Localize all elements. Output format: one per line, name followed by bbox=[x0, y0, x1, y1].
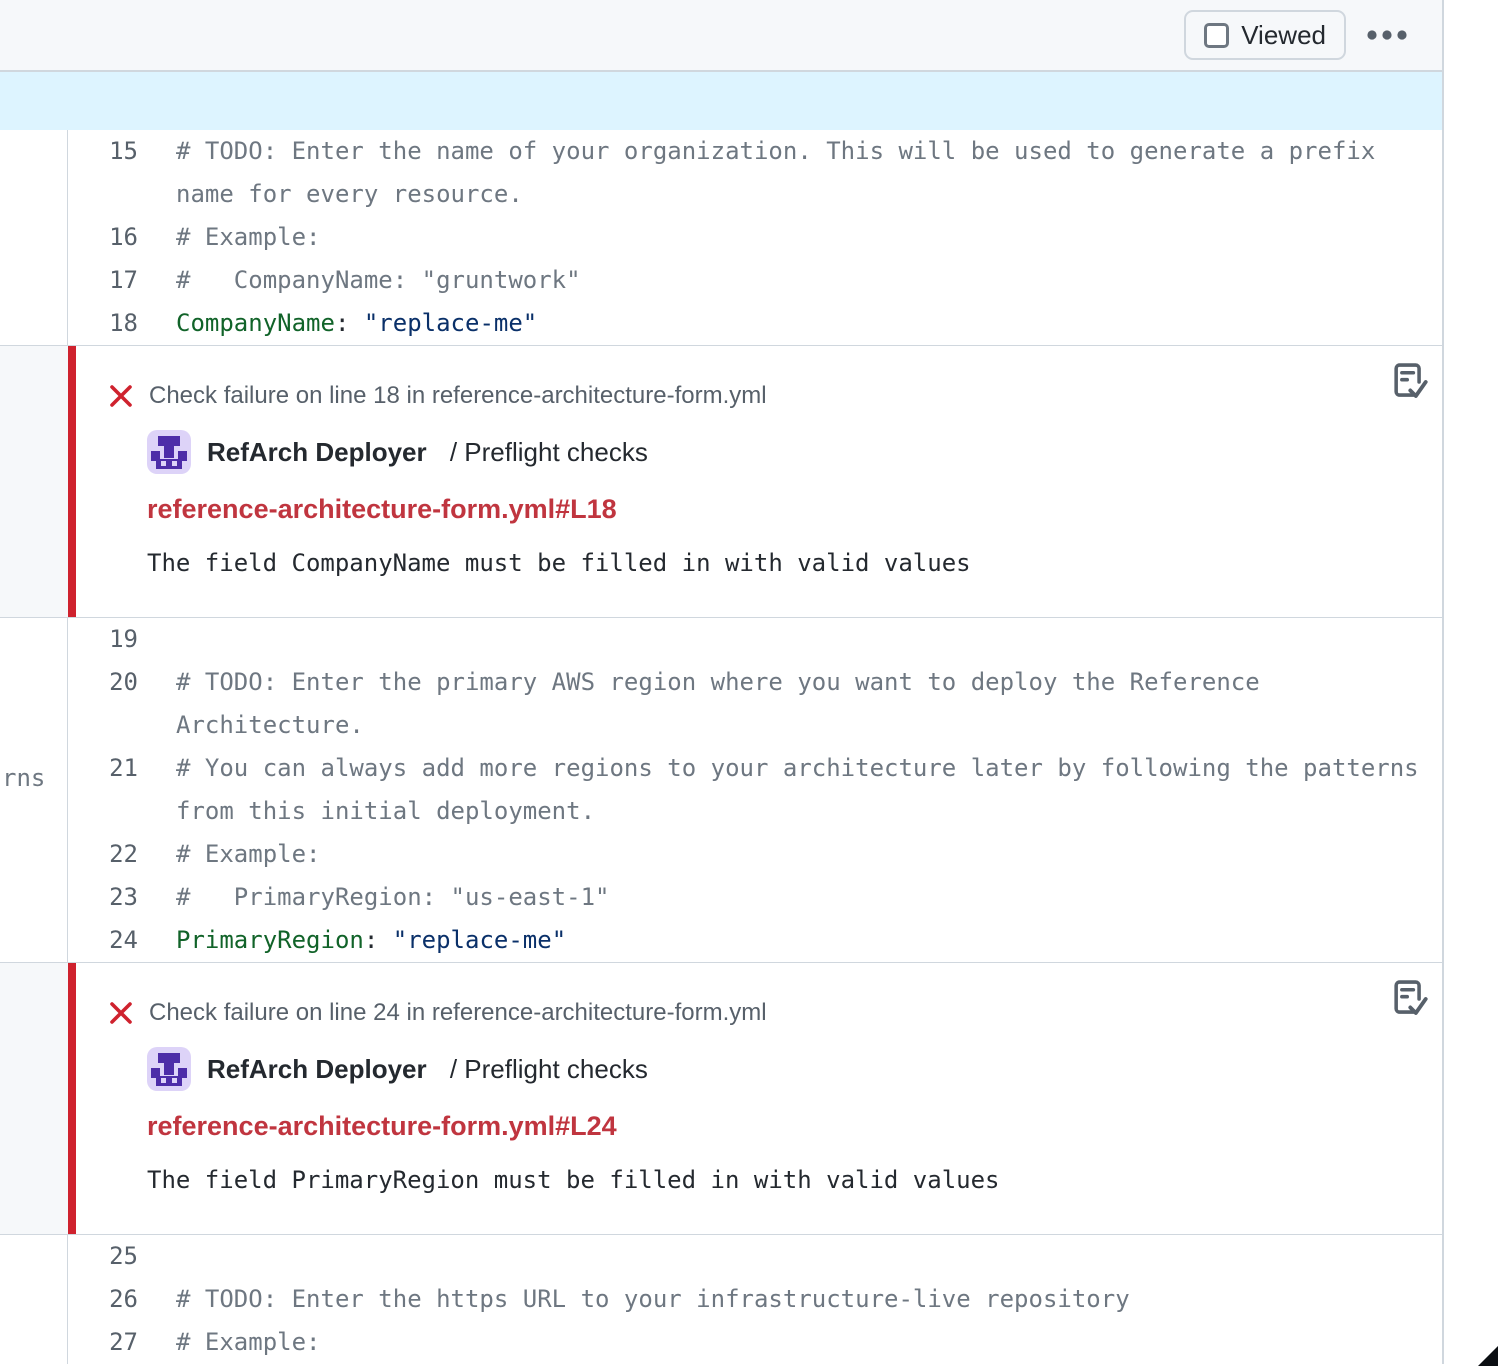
code-text bbox=[176, 1235, 1440, 1278]
annotation-title: Check failure on line 24 in reference-ar… bbox=[149, 999, 767, 1027]
code-lines: 19 20 # TODO: Enter the primary AWS regio… bbox=[68, 618, 1442, 962]
code-line: 27 # Example: bbox=[68, 1321, 1442, 1364]
viewed-checkbox-icon[interactable] bbox=[1204, 23, 1229, 48]
diff-left-gutter bbox=[0, 1235, 68, 1364]
code-line: 23 # PrimaryRegion: "us-east-1" bbox=[68, 876, 1442, 919]
refarch-deployer-avatar bbox=[147, 1047, 191, 1091]
line-number[interactable]: 15 bbox=[68, 130, 138, 216]
annotation-title: Check failure on line 18 in reference-ar… bbox=[149, 382, 767, 410]
code-text: CompanyName: "replace-me" bbox=[176, 302, 1440, 345]
kebab-menu-button[interactable] bbox=[1360, 23, 1414, 47]
viewed-toggle-button[interactable]: Viewed bbox=[1184, 10, 1346, 60]
left-pane-text-fragment: rns bbox=[2, 757, 45, 800]
check-app-name: RefArch Deployer bbox=[207, 437, 427, 468]
line-number[interactable]: 25 bbox=[68, 1235, 138, 1278]
code-section: 15 # TODO: Enter the name of your organiz… bbox=[0, 130, 1442, 345]
line-number[interactable]: 18 bbox=[68, 302, 138, 345]
line-number[interactable]: 21 bbox=[68, 747, 138, 833]
annotation-danger-stripe bbox=[68, 346, 76, 617]
code-section: 19 20 # TODO: Enter the primary AWS regio… bbox=[0, 618, 1442, 962]
line-number[interactable]: 20 bbox=[68, 661, 138, 747]
annotation-body: Check failure on line 18 in reference-ar… bbox=[76, 346, 1442, 617]
code-section: 25 26 # TODO: Enter the https URL to your… bbox=[0, 1235, 1442, 1364]
code-lines: 15 # TODO: Enter the name of your organiz… bbox=[68, 130, 1442, 345]
annotation-file-link[interactable]: reference-architecture-form.yml#L18 bbox=[147, 496, 617, 523]
expand-hunk-row[interactable] bbox=[0, 72, 1442, 130]
check-run-name: / Preflight checks bbox=[443, 1054, 648, 1085]
line-number[interactable]: 27 bbox=[68, 1321, 138, 1364]
annotation-danger-stripe bbox=[68, 963, 76, 1234]
line-number[interactable]: 24 bbox=[68, 919, 138, 962]
annotation-gutter bbox=[0, 346, 68, 617]
line-number[interactable]: 26 bbox=[68, 1278, 138, 1321]
code-line: 19 bbox=[68, 618, 1442, 661]
check-run-name: / Preflight checks bbox=[443, 437, 648, 468]
code-line: 17 # CompanyName: "gruntwork" bbox=[68, 259, 1442, 302]
code-line: 18 CompanyName: "replace-me" bbox=[68, 302, 1442, 345]
x-icon bbox=[107, 999, 135, 1027]
annotation-message: The field PrimaryRegion must be filled i… bbox=[147, 1166, 1372, 1194]
code-text: # PrimaryRegion: "us-east-1" bbox=[176, 876, 1440, 919]
tasklist-check-icon bbox=[1388, 360, 1428, 404]
kebab-horizontal-icon bbox=[1366, 29, 1408, 41]
code-line: 21 # You can always add more regions to y… bbox=[68, 747, 1442, 833]
tasklist-check-icon bbox=[1388, 977, 1428, 1021]
check-annotation: Check failure on line 24 in reference-ar… bbox=[0, 962, 1442, 1235]
mouse-cursor bbox=[1478, 1346, 1498, 1366]
code-text: # TODO: Enter the name of your organizat… bbox=[176, 130, 1440, 216]
code-text: # Example: bbox=[176, 1321, 1440, 1364]
check-annotation: Check failure on line 18 in reference-ar… bbox=[0, 345, 1442, 618]
code-line: 15 # TODO: Enter the name of your organiz… bbox=[68, 130, 1442, 216]
diff-file-card: Viewed 15 # TODO: Enter the name of your … bbox=[0, 0, 1444, 1364]
refarch-deployer-avatar bbox=[147, 430, 191, 474]
code-line: 26 # TODO: Enter the https URL to your in… bbox=[68, 1278, 1442, 1321]
diff-file-header: Viewed bbox=[0, 0, 1442, 72]
line-number[interactable]: 23 bbox=[68, 876, 138, 919]
annotation-gutter bbox=[0, 963, 68, 1234]
code-text: # Example: bbox=[176, 833, 1440, 876]
code-line: 25 bbox=[68, 1235, 1442, 1278]
view-check-button[interactable] bbox=[1388, 977, 1428, 1024]
code-line: 22 # Example: bbox=[68, 833, 1442, 876]
annotation-body: Check failure on line 24 in reference-ar… bbox=[76, 963, 1442, 1234]
code-lines: 25 26 # TODO: Enter the https URL to your… bbox=[68, 1235, 1442, 1364]
code-text: # TODO: Enter the primary AWS region whe… bbox=[176, 661, 1440, 747]
check-app-name: RefArch Deployer bbox=[207, 1054, 427, 1085]
line-number[interactable]: 19 bbox=[68, 618, 138, 661]
annotation-file-link[interactable]: reference-architecture-form.yml#L24 bbox=[147, 1113, 617, 1140]
line-number[interactable]: 22 bbox=[68, 833, 138, 876]
line-number[interactable]: 17 bbox=[68, 259, 138, 302]
code-line: 20 # TODO: Enter the primary AWS region w… bbox=[68, 661, 1442, 747]
viewed-label: Viewed bbox=[1241, 20, 1326, 51]
diff-left-gutter bbox=[0, 130, 68, 345]
code-text: PrimaryRegion: "replace-me" bbox=[176, 919, 1440, 962]
code-text bbox=[176, 618, 1440, 661]
code-line: 16 # Example: bbox=[68, 216, 1442, 259]
view-check-button[interactable] bbox=[1388, 360, 1428, 407]
x-icon bbox=[107, 382, 135, 410]
code-line: 24 PrimaryRegion: "replace-me" bbox=[68, 919, 1442, 962]
code-text: # You can always add more regions to you… bbox=[176, 747, 1440, 833]
code-text: # CompanyName: "gruntwork" bbox=[176, 259, 1440, 302]
code-text: # Example: bbox=[176, 216, 1440, 259]
line-number[interactable]: 16 bbox=[68, 216, 138, 259]
annotation-message: The field CompanyName must be filled in … bbox=[147, 549, 1372, 577]
code-text: # TODO: Enter the https URL to your infr… bbox=[176, 1278, 1440, 1321]
